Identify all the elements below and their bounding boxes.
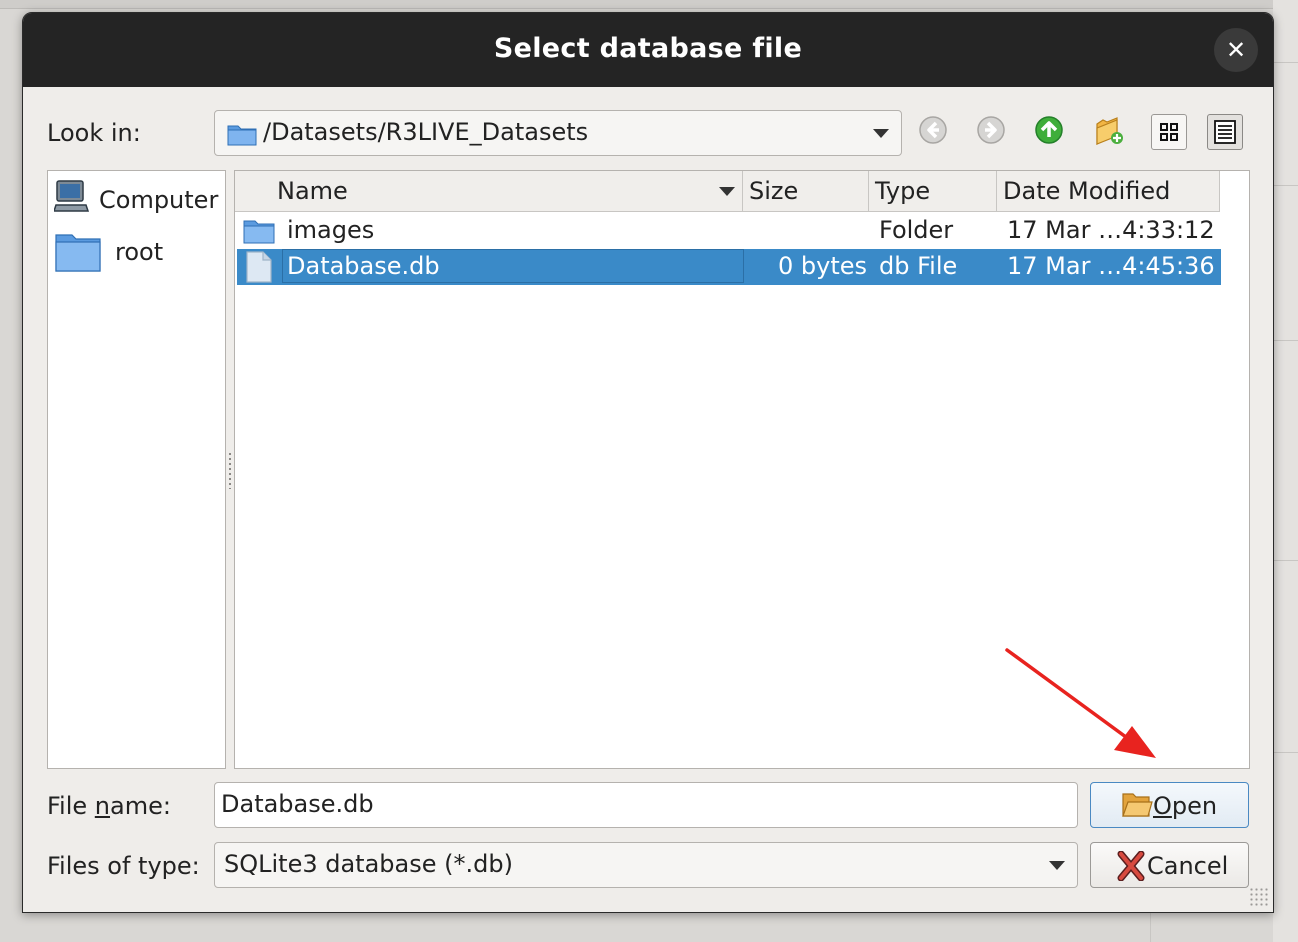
file-type: db File <box>879 252 958 280</box>
file-name-label-part: File <box>47 792 95 820</box>
open-button-label: Open <box>1153 792 1217 820</box>
file-icon <box>246 251 272 287</box>
folder-icon <box>243 218 275 248</box>
file-name-field[interactable]: Database.db <box>214 782 1078 828</box>
background-window-edge <box>1273 0 1298 942</box>
back-button[interactable] <box>917 114 953 150</box>
table-row[interactable]: Database.db 0 bytes db File 17 Mar …4:45… <box>237 249 1221 285</box>
detail-view-button[interactable] <box>1207 114 1243 150</box>
open-button[interactable]: Open <box>1090 782 1249 828</box>
file-date-modified: 17 Mar …4:33:12 <box>1007 216 1215 244</box>
file-name: Database.db <box>287 252 440 280</box>
file-name: images <box>287 216 375 244</box>
column-header-size[interactable]: Size <box>743 171 869 212</box>
new-folder-icon <box>1096 117 1123 145</box>
title-bar: Select database file ✕ <box>23 13 1273 87</box>
file-name-value: Database.db <box>221 790 374 818</box>
file-size: 0 bytes <box>777 252 867 280</box>
file-dialog: Select database file ✕ Look in: /Dataset… <box>22 12 1274 913</box>
dialog-title: Select database file <box>493 33 803 64</box>
forward-button[interactable] <box>975 114 1011 150</box>
list-view-icon <box>1160 123 1178 141</box>
folder-icon <box>54 231 102 277</box>
chevron-down-icon <box>873 129 889 138</box>
open-folder-icon <box>1121 790 1153 824</box>
new-folder-button[interactable] <box>1093 114 1129 150</box>
parent-directory-button[interactable] <box>1033 114 1069 150</box>
background-divider <box>1150 912 1151 942</box>
splitter-handle[interactable] <box>229 453 231 489</box>
parent-directory-icon <box>1035 116 1063 144</box>
cancel-icon <box>1117 850 1145 885</box>
sidebar-item-root[interactable]: root <box>54 231 219 275</box>
file-name-label: File name: <box>47 792 171 820</box>
open-button-label-rest: pen <box>1171 792 1218 820</box>
column-header-name[interactable]: Name <box>235 171 743 212</box>
places-sidebar: Computer root <box>47 170 226 769</box>
computer-icon <box>52 179 90 219</box>
folder-icon <box>227 122 257 150</box>
back-icon <box>919 116 947 144</box>
column-header-date-modified[interactable]: Date Modified <box>997 171 1220 212</box>
open-button-mnemonic: O <box>1153 792 1172 820</box>
cancel-button[interactable]: Cancel <box>1090 842 1249 888</box>
file-name-label-mnemonic: n <box>94 792 111 820</box>
sidebar-item-label: Computer <box>99 186 219 214</box>
background-window-strip <box>0 0 1298 9</box>
resize-grip[interactable] <box>1249 887 1269 907</box>
file-list: Name Size Type Date Modified images Fold… <box>234 170 1250 769</box>
file-date-modified: 17 Mar …4:45:36 <box>1007 252 1215 280</box>
list-view-button[interactable] <box>1151 114 1187 150</box>
forward-icon <box>977 116 1005 144</box>
look-in-combo[interactable]: /Datasets/R3LIVE_Datasets <box>214 110 902 156</box>
files-of-type-label: Files of type: <box>47 852 200 880</box>
file-name-label-part: ame: <box>110 792 171 820</box>
look-in-label: Look in: <box>47 119 141 147</box>
files-of-type-combo[interactable]: SQLite3 database (*.db) <box>214 842 1078 888</box>
sort-indicator-icon <box>719 187 735 196</box>
cancel-button-label: Cancel <box>1147 852 1229 880</box>
file-type: Folder <box>879 216 954 244</box>
files-of-type-value: SQLite3 database (*.db) <box>224 850 513 878</box>
detail-view-icon <box>1214 120 1236 144</box>
close-button[interactable]: ✕ <box>1214 28 1258 72</box>
table-row[interactable]: images Folder 17 Mar …4:33:12 <box>237 213 1221 249</box>
sidebar-item-computer[interactable]: Computer <box>52 179 219 223</box>
chevron-down-icon <box>1049 861 1065 870</box>
look-in-path: /Datasets/R3LIVE_Datasets <box>263 118 589 146</box>
sidebar-item-label: root <box>115 238 164 266</box>
column-header-type[interactable]: Type <box>869 171 997 212</box>
